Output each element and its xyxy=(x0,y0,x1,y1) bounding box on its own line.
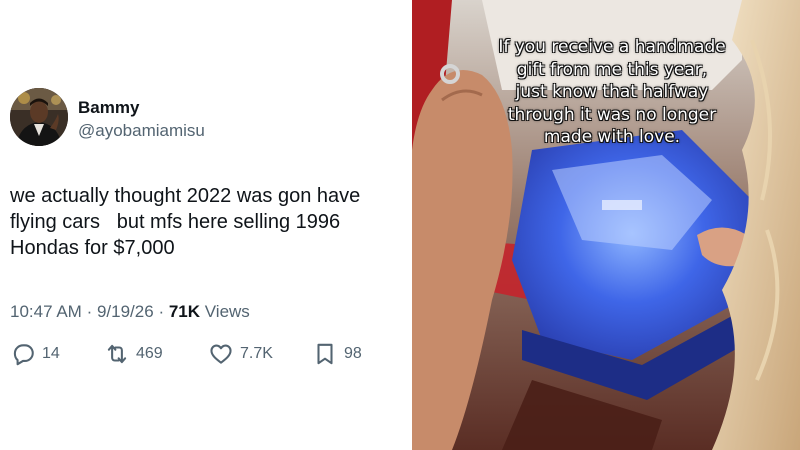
retweet-button[interactable]: 469 xyxy=(104,340,163,368)
reply-button[interactable]: 14 xyxy=(10,340,60,368)
caption-line: gift from me this year, xyxy=(516,59,708,80)
tweet-text-line: flying cars but mfs here selling 1996 xyxy=(10,211,341,233)
display-name[interactable]: Bammy xyxy=(78,98,139,118)
user-handle[interactable]: @ayobamiamisu xyxy=(78,121,205,141)
reply-icon xyxy=(13,344,34,366)
separator: · xyxy=(158,302,165,321)
tweet-card: Bammy @ayobamiamisu we actually thought … xyxy=(0,0,412,450)
views-count: 71K xyxy=(168,302,201,321)
caption-line: through it was no longer xyxy=(507,104,717,125)
avatar[interactable] xyxy=(10,88,68,146)
bookmark-button[interactable]: 98 xyxy=(312,340,362,368)
reply-count: 14 xyxy=(42,345,60,362)
like-button[interactable]: 7.7K xyxy=(208,340,273,368)
bookmark-icon xyxy=(317,343,333,365)
views-label: Views xyxy=(204,302,250,321)
caption-line: If you receive a handmade xyxy=(498,37,726,57)
separator: · xyxy=(86,302,93,321)
tweet-actions: 14 469 7.7K 98 xyxy=(0,340,412,368)
caption-line: made with love. xyxy=(543,127,681,147)
heart-icon xyxy=(210,344,232,364)
meme-photo: If you receive a handmade gift from me t… xyxy=(412,0,800,450)
retweet-icon xyxy=(107,344,127,364)
tweet-text-line: Hondas for $7,000 xyxy=(10,237,175,259)
bookmark-count: 98 xyxy=(344,345,362,362)
meme-caption: If you receive a handmade gift from me t… xyxy=(442,36,782,149)
retweet-count: 469 xyxy=(136,345,163,362)
tweet-text: we actually thought 2022 was gon have fl… xyxy=(10,183,410,261)
tweet-text-line: we actually thought 2022 was gon have xyxy=(10,185,361,207)
tweet-meta: 10:47 AM · 9/19/26 · 71K Views xyxy=(10,302,250,322)
caption-line: just know that halfway xyxy=(515,82,709,102)
tweet-time[interactable]: 10:47 AM xyxy=(10,302,82,321)
tweet-date[interactable]: 9/19/26 xyxy=(97,302,154,321)
like-count: 7.7K xyxy=(240,345,273,362)
